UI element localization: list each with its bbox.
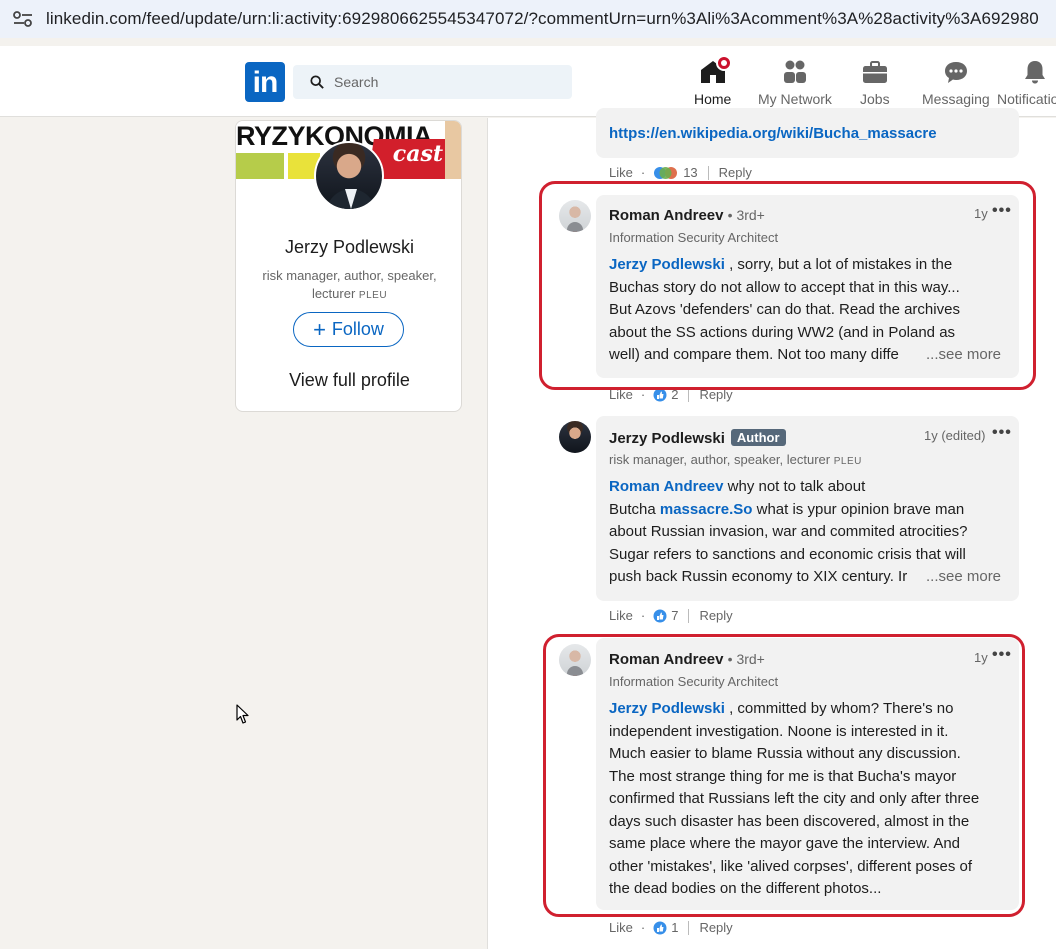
- profile-name[interactable]: Jerzy Podlewski: [236, 237, 461, 258]
- wikipedia-link[interactable]: https://en.wikipedia.org/wiki/Bucha_mass…: [609, 125, 937, 142]
- reply-button[interactable]: Reply: [719, 165, 752, 180]
- comment-time: 1y (edited): [924, 428, 986, 443]
- author-profile-card: RYZYKONOMIA cast Jerzy Podlewski risk ma…: [235, 120, 462, 412]
- nav-home-label: Home: [694, 91, 732, 107]
- briefcase-icon: [861, 58, 889, 86]
- prev-comment-actions: Like · 13 Reply: [609, 165, 752, 180]
- highlight-box: [539, 181, 1036, 390]
- search-box[interactable]: [293, 65, 572, 99]
- massacre-link[interactable]: massacre.So: [660, 501, 753, 518]
- search-icon: [310, 75, 324, 89]
- nav-jobs-label: Jobs: [860, 91, 890, 107]
- home-icon: [699, 55, 732, 86]
- mention-link[interactable]: Roman Andreev: [609, 478, 723, 495]
- profile-avatar[interactable]: [314, 141, 384, 211]
- like-reaction-icon[interactable]: [653, 609, 667, 623]
- nav-home[interactable]: Home: [687, 55, 738, 117]
- like-button[interactable]: Like: [609, 608, 633, 623]
- linkedin-logo[interactable]: in: [245, 62, 285, 102]
- url-text[interactable]: linkedin.com/feed/update/urn:li:activity…: [46, 9, 1039, 29]
- reaction-count[interactable]: 1: [671, 920, 678, 935]
- nav-messaging[interactable]: Messaging: [922, 58, 990, 110]
- nav-jobs[interactable]: Jobs: [860, 58, 890, 110]
- author-avatar[interactable]: [559, 421, 591, 453]
- like-button[interactable]: Like: [609, 165, 633, 180]
- highlight-box: [543, 634, 1025, 917]
- like-button[interactable]: Like: [609, 920, 633, 935]
- commenter-headline: risk manager, author, speaker, lecturer …: [609, 452, 862, 467]
- nav-my-network-label: My Network: [758, 91, 832, 107]
- nav-notifications[interactable]: Notifications: [997, 58, 1056, 110]
- view-full-profile-link[interactable]: View full profile: [236, 370, 461, 391]
- nav-messaging-label: Messaging: [922, 91, 990, 107]
- reply-button[interactable]: Reply: [699, 608, 732, 623]
- plus-icon: +: [313, 316, 326, 342]
- banner-podcast-text: cast: [392, 141, 443, 167]
- messaging-icon: [942, 58, 970, 86]
- author-badge: Author: [730, 429, 786, 446]
- commenter-name[interactable]: Jerzy Podlewski Author: [609, 429, 786, 447]
- reaction-count[interactable]: 13: [683, 165, 697, 180]
- bell-icon: [1021, 58, 1049, 86]
- reaction-count[interactable]: 7: [671, 608, 678, 623]
- mouse-cursor-icon: [236, 704, 249, 724]
- like-reaction-icon[interactable]: [653, 921, 667, 935]
- reactions-icon[interactable]: [653, 166, 679, 180]
- network-icon: [781, 58, 809, 86]
- nav-notifications-label: Notifications: [997, 91, 1056, 107]
- global-nav: in Home My Network: [0, 46, 1056, 117]
- reply-button[interactable]: Reply: [699, 920, 732, 935]
- comment-actions: Like · 7 Reply: [609, 608, 733, 623]
- more-options-icon[interactable]: •••: [992, 424, 1012, 442]
- profile-headline: risk manager, author, speaker, lecturer …: [262, 268, 437, 301]
- comment-text: Roman Andreev why not to talk about Butc…: [609, 478, 968, 585]
- site-settings-icon[interactable]: [12, 10, 34, 28]
- follow-button[interactable]: + Follow: [293, 312, 404, 347]
- browser-address-bar[interactable]: linkedin.com/feed/update/urn:li:activity…: [0, 0, 1056, 38]
- comment-actions: Like · 1 Reply: [609, 920, 733, 935]
- nav-my-network[interactable]: My Network: [758, 58, 832, 110]
- search-input[interactable]: [334, 74, 554, 90]
- notification-dot: [715, 55, 732, 71]
- see-more-button[interactable]: ...see more: [922, 566, 1002, 589]
